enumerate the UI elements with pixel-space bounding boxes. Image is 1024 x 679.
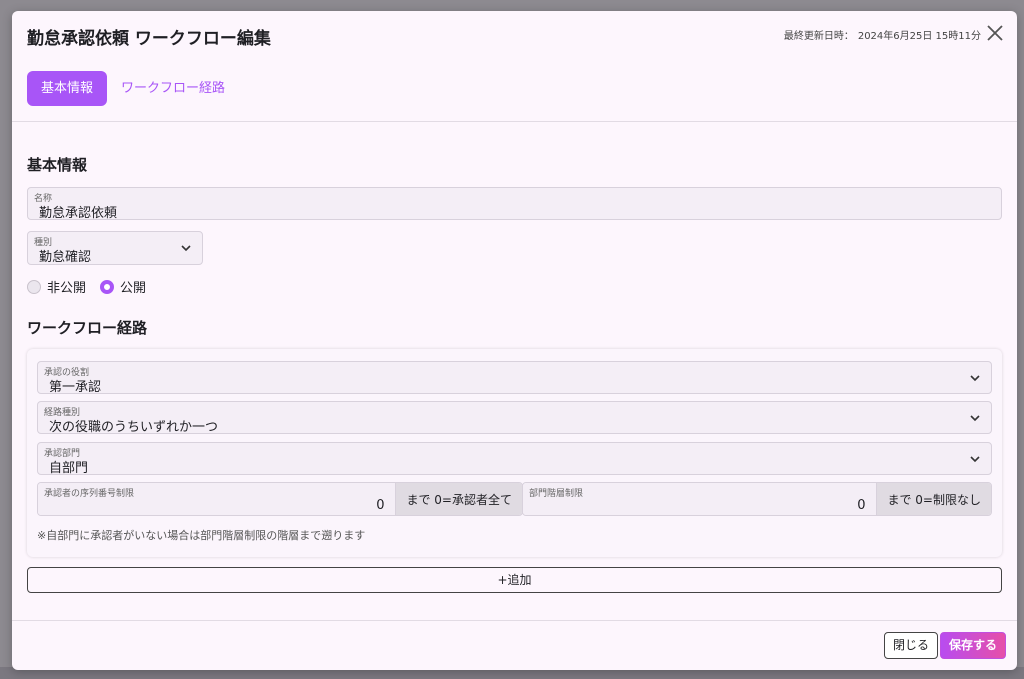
approval-dept-value: 自部門 <box>49 461 89 476</box>
last-updated: 最終更新日時： 2024年6月25日 15時11分 <box>784 27 981 42</box>
tab-basic-info[interactable]: 基本情報 <box>27 71 108 106</box>
radio-public-label: 公開 <box>120 281 147 296</box>
type-select[interactable]: 種別 勤怠確認 <box>27 231 203 265</box>
chevron-down-icon <box>970 455 980 462</box>
radio-public-circle <box>100 279 115 294</box>
footer-divider <box>12 620 1017 621</box>
dept-level-group: 部門階層制限 0 まで 0=制限なし <box>522 482 992 516</box>
type-select-value: 勤怠確認 <box>39 250 92 265</box>
chevron-down-icon <box>970 414 980 421</box>
last-updated-value: 2024年6月25日 15時11分 <box>857 31 981 42</box>
header-divider <box>12 121 1017 122</box>
route-type-value: 次の役職のうちいずれか一つ <box>49 420 219 435</box>
chevron-down-icon <box>181 245 191 252</box>
order-limit-label: 承認者の序列番号制限 <box>44 489 135 499</box>
dept-level-label: 部門階層制限 <box>529 489 584 499</box>
last-updated-label: 最終更新日時： <box>783 31 854 42</box>
route-step-card: 承認の役割 第一承認 経路種別 次の役職のうちいずれか一つ 承認部門 自部門 承… <box>27 349 1002 557</box>
tab-bar: 基本情報 ワークフロー経路 <box>27 71 225 106</box>
radio-public[interactable]: 公開 <box>100 277 146 296</box>
approval-dept-select[interactable]: 承認部門 自部門 <box>37 442 992 476</box>
add-route-button[interactable]: +追加 <box>27 567 1002 593</box>
workflow-route-title: ワークフロー経路 <box>27 319 148 337</box>
order-limit-input[interactable]: 承認者の序列番号制限 0 <box>38 483 396 515</box>
dept-level-input[interactable]: 部門階層制限 0 <box>523 483 877 515</box>
tab-workflow-route[interactable]: ワークフロー経路 <box>121 71 225 106</box>
radio-private-circle <box>27 279 41 294</box>
dept-level-value: 0 <box>857 498 866 513</box>
radio-private-label: 非公開 <box>47 281 87 296</box>
approval-role-value: 第一承認 <box>49 380 102 395</box>
order-limit-group: 承認者の序列番号制限 0 まで 0=承認者全て <box>37 482 523 516</box>
order-limit-value: 0 <box>376 498 385 513</box>
route-type-select[interactable]: 経路種別 次の役職のうちいずれか一つ <box>37 401 992 435</box>
close-icon[interactable] <box>985 23 1005 43</box>
dept-level-suffix: まで 0=制限なし <box>876 483 991 515</box>
visibility-radio-group: 非公開 公開 <box>27 277 146 296</box>
modal-title: 勤怠承認依頼 ワークフロー編集 <box>27 29 271 49</box>
route-note: ※自部門に承認者がいない場合は部門階層制限の階層まで遡ります <box>37 529 366 542</box>
basic-info-title: 基本情報 <box>27 156 88 174</box>
close-button[interactable]: 閉じる <box>883 632 938 659</box>
save-button[interactable]: 保存する <box>939 632 1006 659</box>
radio-private[interactable]: 非公開 <box>27 277 86 296</box>
modal-header: 勤怠承認依頼 ワークフロー編集 最終更新日時： 2024年6月25日 15時11… <box>12 11 1017 59</box>
workflow-edit-modal: 勤怠承認依頼 ワークフロー編集 最終更新日時： 2024年6月25日 15時11… <box>12 11 1017 670</box>
approval-role-select[interactable]: 承認の役割 第一承認 <box>37 361 992 395</box>
order-limit-suffix: まで 0=承認者全て <box>395 483 522 515</box>
name-field[interactable]: 名称 勤怠承認依頼 <box>27 187 1002 221</box>
name-field-value: 勤怠承認依頼 <box>39 206 118 221</box>
chevron-down-icon <box>970 374 980 381</box>
